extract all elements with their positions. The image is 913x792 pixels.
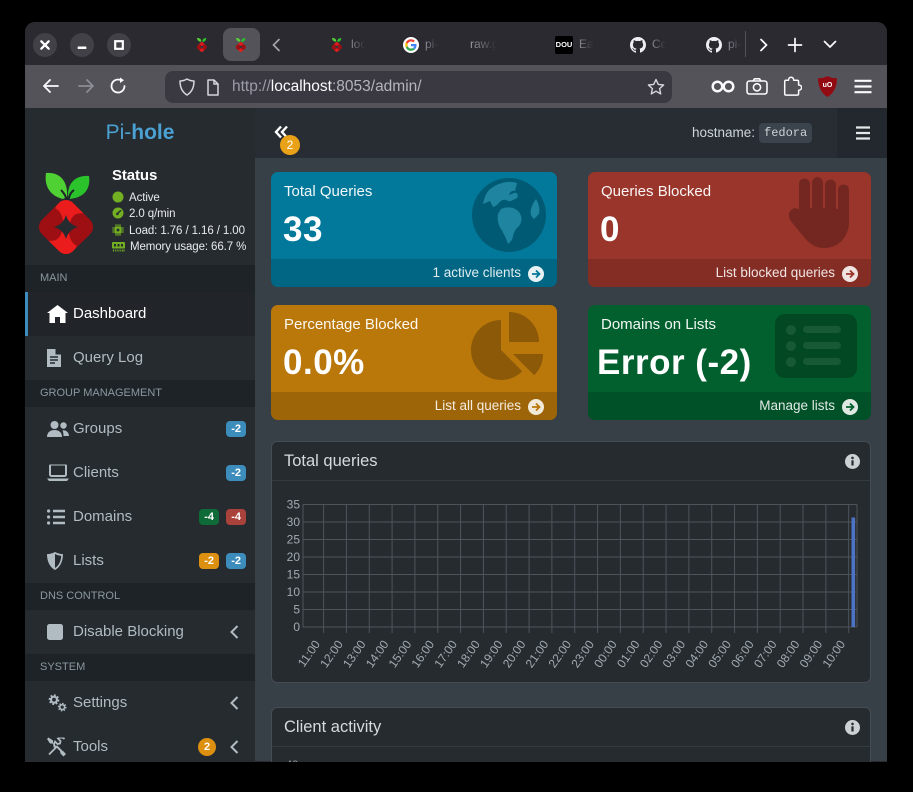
svg-text:25: 25 (287, 533, 301, 547)
svg-text:21:00: 21:00 (523, 637, 552, 670)
svg-text:35: 35 (287, 498, 301, 512)
svg-text:09:00: 09:00 (797, 637, 826, 670)
svg-text:18:00: 18:00 (454, 637, 483, 670)
svg-text:20: 20 (287, 550, 301, 564)
svg-text:16:00: 16:00 (409, 637, 438, 670)
svg-text:02:00: 02:00 (637, 637, 666, 670)
svg-text:00:00: 00:00 (591, 637, 620, 670)
svg-text:15:00: 15:00 (386, 637, 415, 670)
svg-text:15: 15 (287, 568, 301, 582)
svg-text:01:00: 01:00 (614, 637, 643, 670)
svg-text:03:00: 03:00 (660, 637, 689, 670)
svg-text:19:00: 19:00 (477, 637, 506, 670)
svg-text:13:00: 13:00 (340, 637, 369, 670)
svg-text:10: 10 (287, 585, 301, 599)
svg-text:10:00: 10:00 (819, 637, 848, 670)
svg-text:23:00: 23:00 (568, 637, 597, 670)
svg-text:22:00: 22:00 (545, 637, 574, 670)
svg-text:05:00: 05:00 (705, 637, 734, 670)
svg-text:06:00: 06:00 (728, 637, 757, 670)
svg-text:30: 30 (287, 515, 301, 529)
svg-text:08:00: 08:00 (774, 637, 803, 670)
svg-text:5: 5 (293, 603, 300, 617)
svg-text:20:00: 20:00 (500, 637, 529, 670)
svg-text:14:00: 14:00 (363, 637, 392, 670)
svg-text:12:00: 12:00 (317, 637, 346, 670)
svg-text:0: 0 (293, 620, 300, 634)
svg-text:07:00: 07:00 (751, 637, 780, 670)
svg-text:17:00: 17:00 (431, 637, 460, 670)
svg-text:11:00: 11:00 (295, 637, 323, 669)
svg-text:04:00: 04:00 (682, 637, 711, 670)
svg-text:uO: uO (823, 82, 833, 89)
